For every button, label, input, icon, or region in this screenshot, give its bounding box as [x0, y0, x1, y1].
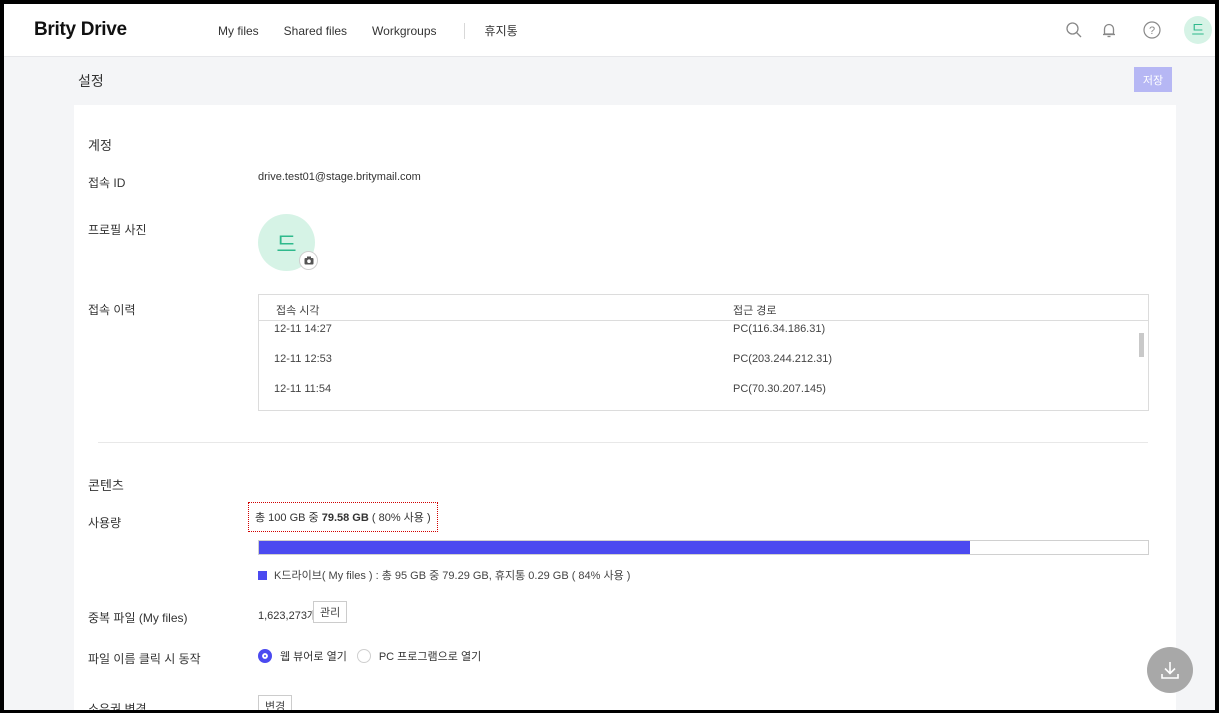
app-window: Brity Drive My files Shared files Workgr…: [4, 4, 1215, 710]
app-logo[interactable]: Brity Drive: [34, 19, 127, 41]
main-nav: My files Shared files Workgroups 휴지통: [218, 22, 543, 39]
usage-suffix: ( 80% 사용 ): [368, 512, 431, 524]
radio-pc-program[interactable]: [356, 649, 371, 663]
help-icon[interactable]: ?: [1140, 18, 1164, 42]
user-avatar[interactable]: 드: [1184, 16, 1212, 44]
row-time: 12-11 14:27: [274, 323, 332, 335]
click-action-options: 웹 뷰어로 열기 PC 프로그램으로 열기: [258, 648, 481, 664]
usage-bar: [258, 540, 1149, 555]
column-header-time: 접속 시각: [276, 305, 320, 317]
download-icon: [1161, 662, 1179, 679]
usage-legend: K드라이브( My files ) : 총 95 GB 중 79.29 GB, …: [258, 567, 630, 583]
page-title: 설정: [78, 73, 104, 89]
search-icon[interactable]: [1062, 18, 1086, 42]
usage-summary: 총 100 GB 중 79.58 GB ( 80% 사용 ): [248, 502, 438, 532]
radio-web-viewer[interactable]: [258, 649, 272, 663]
legend-swatch: [258, 570, 267, 580]
table-header: 접속 시각 접근 경로: [259, 295, 1148, 321]
save-button[interactable]: 저장: [1134, 67, 1172, 92]
login-id-value: drive.test01@stage.britymail.com: [258, 171, 421, 183]
camera-icon[interactable]: [299, 251, 318, 270]
row-route: PC(70.30.207.145): [733, 383, 826, 395]
row-route: PC(116.34.186.31): [733, 323, 826, 335]
table-row: 12-11 11:54 PC(70.30.207.145): [259, 381, 1148, 410]
row-time: 12-11 12:53: [274, 353, 332, 365]
legend-text: K드라이브( My files ) : 총 95 GB 중 79.29 GB, …: [274, 570, 631, 582]
bell-icon[interactable]: [1097, 18, 1121, 42]
radio-web-viewer-label[interactable]: 웹 뷰어로 열기: [280, 648, 347, 664]
table-row: 12-11 12:53 PC(203.244.212.31): [259, 351, 1148, 381]
settings-panel: 계정 접속 ID drive.test01@stage.britymail.co…: [74, 105, 1176, 710]
usage-used: 79.58 GB: [321, 512, 369, 524]
duplicate-files-label: 중복 파일 (My files): [88, 611, 188, 625]
row-route: PC(203.244.212.31): [733, 353, 833, 365]
nav-workgroups[interactable]: Workgroups: [372, 24, 436, 38]
account-section-title: 계정: [88, 138, 112, 153]
usage-prefix: 총 100 GB 중: [255, 512, 322, 524]
login-history-label: 접속 이력: [88, 303, 136, 317]
column-header-route: 접근 경로: [733, 305, 777, 317]
top-bar: Brity Drive My files Shared files Workgr…: [4, 4, 1215, 57]
profile-photo-label: 프로필 사진: [88, 223, 147, 237]
content-section-title: 콘텐츠: [88, 478, 124, 493]
login-history-table: 접속 시각 접근 경로 12-11 14:27 PC(116.34.186.31…: [258, 294, 1149, 411]
section-divider: [98, 442, 1148, 443]
nav-trash[interactable]: 휴지통: [485, 22, 518, 39]
nav-my-files[interactable]: My files: [218, 24, 259, 38]
click-action-label: 파일 이름 클릭 시 동작: [88, 652, 201, 666]
login-id-label: 접속 ID: [88, 176, 126, 190]
nav-shared-files[interactable]: Shared files: [284, 24, 347, 38]
ownership-change-label: 소유권 변경: [88, 702, 147, 710]
duplicate-files-count: 1,623,273개: [258, 610, 318, 622]
usage-label: 사용량: [88, 516, 122, 530]
svg-text:?: ?: [1149, 25, 1155, 37]
change-owner-button[interactable]: 변경: [258, 695, 293, 710]
row-time: 12-11 11:54: [274, 383, 332, 395]
table-row: 12-11 14:27 PC(116.34.186.31): [259, 321, 1148, 351]
table-scrollbar[interactable]: [1139, 333, 1144, 357]
usage-bar-fill: [259, 541, 971, 554]
nav-divider: [463, 22, 465, 39]
radio-pc-program-label[interactable]: PC 프로그램으로 열기: [379, 648, 481, 664]
manage-button[interactable]: 관리: [313, 601, 348, 623]
download-button[interactable]: [1147, 647, 1193, 693]
